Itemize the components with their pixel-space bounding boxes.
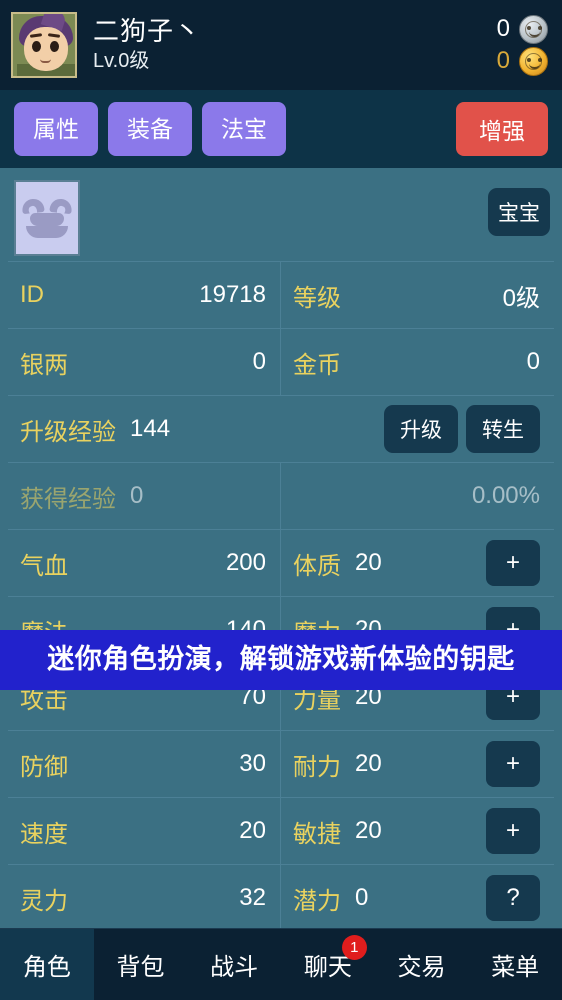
bottom-navigation: 角色 背包 战斗 聊天 1 交易 菜单 xyxy=(0,928,562,1000)
label-defense: 防御 xyxy=(20,753,68,781)
value-hp: 200 xyxy=(225,549,266,576)
boost-button[interactable]: 增强 xyxy=(456,102,548,156)
cell-silver: 银两 0 xyxy=(8,329,281,395)
cell-speed: 速度 20 xyxy=(8,798,281,864)
label-agility: 敏捷 xyxy=(293,820,341,848)
nav-trade-label: 交易 xyxy=(397,954,446,981)
cell-endurance: 耐力 20 + xyxy=(281,731,554,797)
cell-hp: 气血 200 xyxy=(8,530,281,596)
value-spirit: 32 xyxy=(239,884,266,911)
nav-menu[interactable]: 菜单 xyxy=(468,929,562,1000)
attributes-panel: 宝宝 ID 19718 等级 0级 银两 0 金币 0 升级经验 144 升级 … xyxy=(0,168,562,928)
character-name: 二狗子丶 xyxy=(93,16,202,46)
nav-character[interactable]: 角色 xyxy=(0,929,94,1000)
cell-level: 等级 0级 xyxy=(281,262,554,328)
add-constitution-button[interactable]: + xyxy=(486,540,540,586)
nav-battle[interactable]: 战斗 xyxy=(187,929,281,1000)
add-agility-button[interactable]: + xyxy=(486,808,540,854)
cell-exp: 升级经验 144 升级 转生 xyxy=(8,396,554,462)
pet-row: 宝宝 xyxy=(8,174,554,262)
nav-bag[interactable]: 背包 xyxy=(94,929,188,1000)
label-constitution: 体质 xyxy=(293,552,341,580)
levelup-button[interactable]: 升级 xyxy=(384,405,458,453)
value-endurance: 20 xyxy=(355,750,382,777)
label-level: 等级 xyxy=(293,284,341,312)
table-row: 气血 200 体质 20 + xyxy=(8,530,554,597)
label-speed: 速度 xyxy=(20,820,68,848)
gold-currency: 0 xyxy=(496,46,548,76)
nav-menu-label: 菜单 xyxy=(491,954,540,981)
character-level: Lv.0级 xyxy=(93,50,150,72)
value-speed: 20 xyxy=(239,817,266,844)
label-silver: 银两 xyxy=(20,351,68,379)
value-constitution: 20 xyxy=(355,549,382,576)
gold-value: 0 xyxy=(496,47,510,74)
table-row: 防御 30 耐力 20 + xyxy=(8,731,554,798)
label-endurance: 耐力 xyxy=(293,753,341,781)
nav-trade[interactable]: 交易 xyxy=(375,929,469,1000)
cell-potential: 潜力 0 ? xyxy=(281,865,554,928)
potential-help-button[interactable]: ? xyxy=(486,875,540,921)
value-potential: 0 xyxy=(355,884,369,911)
value-id: 19718 xyxy=(199,281,266,308)
label-exp: 升级经验 xyxy=(20,418,116,446)
value-agility: 20 xyxy=(355,817,382,844)
avatar-eye-left xyxy=(32,41,41,52)
silver-coin-icon xyxy=(519,14,548,44)
currency-panel: 0 0 xyxy=(496,14,548,76)
label-potential: 潜力 xyxy=(293,887,341,915)
value-gained-exp-percent: 0.00% xyxy=(471,482,540,509)
avatar-eye-right xyxy=(50,41,59,52)
nav-battle-label: 战斗 xyxy=(210,954,259,981)
avatar[interactable] xyxy=(11,12,77,78)
tab-artifacts[interactable]: 法宝 xyxy=(202,102,286,156)
beast-face-icon[interactable] xyxy=(14,179,80,256)
table-row: 灵力 32 潜力 0 ? xyxy=(8,865,554,928)
tab-bar: 属性 装备 法宝 增强 xyxy=(0,90,562,168)
add-endurance-button[interactable]: + xyxy=(486,741,540,787)
promo-banner: 迷你角色扮演，解锁游戏新体验的钥匙 xyxy=(0,630,562,690)
nav-character-label: 角色 xyxy=(22,954,71,981)
label-hp: 气血 xyxy=(20,552,68,580)
cell-gained-exp-percent: 0.00% xyxy=(281,463,554,529)
table-row-exp: 升级经验 144 升级 转生 xyxy=(8,396,554,463)
nav-bag-label: 背包 xyxy=(116,954,165,981)
cell-gained-exp: 获得经验 0 xyxy=(8,463,281,529)
silver-value: 0 xyxy=(496,15,510,42)
label-gained-exp: 获得经验 xyxy=(20,485,116,513)
label-gold: 金币 xyxy=(293,351,341,379)
cell-spirit: 灵力 32 xyxy=(8,865,281,928)
cell-defense: 防御 30 xyxy=(8,731,281,797)
value-gained-exp: 0 xyxy=(130,482,144,509)
value-defense: 30 xyxy=(239,750,266,777)
value-exp: 144 xyxy=(130,415,171,442)
character-screen: 二狗子丶 Lv.0级 0 0 属性 装备 法宝 增强 宝宝 ID 19718 等… xyxy=(0,0,562,1000)
nav-chat[interactable]: 聊天 1 xyxy=(281,929,375,1000)
chat-unread-badge: 1 xyxy=(341,935,367,960)
cell-gold: 金币 0 xyxy=(281,329,554,395)
header-bar: 二狗子丶 Lv.0级 0 0 xyxy=(0,0,562,90)
gold-coin-icon xyxy=(519,46,548,76)
value-level: 0级 xyxy=(502,284,540,312)
table-row: 速度 20 敏捷 20 + xyxy=(8,798,554,865)
character-name-block: 二狗子丶 Lv.0级 xyxy=(93,16,497,74)
label-id: ID xyxy=(20,281,44,308)
label-spirit: 灵力 xyxy=(20,887,68,915)
baby-pet-button[interactable]: 宝宝 xyxy=(488,188,550,236)
table-row-id: ID 19718 等级 0级 xyxy=(8,262,554,329)
cell-constitution: 体质 20 + xyxy=(281,530,554,596)
silver-currency: 0 xyxy=(496,14,548,44)
cell-id: ID 19718 xyxy=(8,262,281,328)
tab-equipment[interactable]: 装备 xyxy=(108,102,192,156)
table-row-currency: 银两 0 金币 0 xyxy=(8,329,554,396)
table-row-gained-exp: 获得经验 0 0.00% xyxy=(8,463,554,530)
exp-buttons: 升级 转生 xyxy=(384,405,540,453)
tab-attributes[interactable]: 属性 xyxy=(14,102,98,156)
cell-agility: 敏捷 20 + xyxy=(281,798,554,864)
avatar-face xyxy=(24,27,68,71)
value-gold: 0 xyxy=(526,348,540,375)
rebirth-button[interactable]: 转生 xyxy=(466,405,540,453)
stat-rows: ID 19718 等级 0级 银两 0 金币 0 升级经验 144 升级 转生 … xyxy=(8,262,554,928)
value-silver: 0 xyxy=(252,348,266,375)
